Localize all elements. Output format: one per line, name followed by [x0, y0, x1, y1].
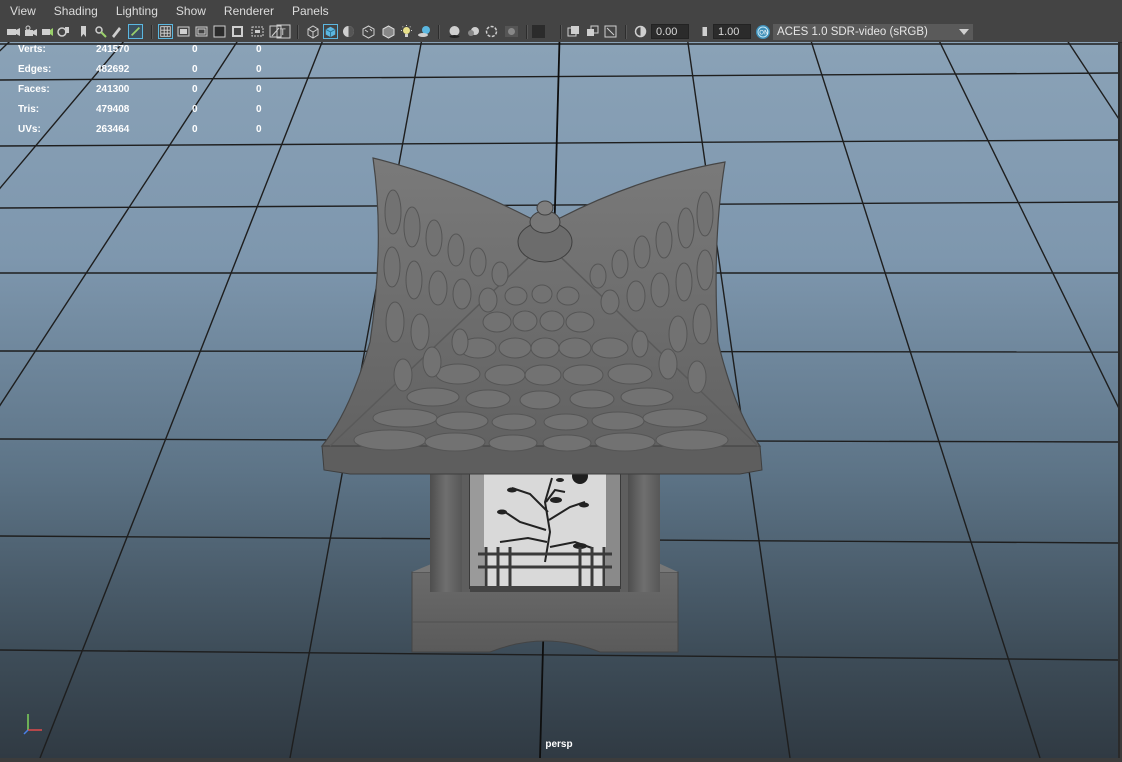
panel-toolbar: T 0.00 1.00 ON ACES 1.0 SDR-video (sRGB): [0, 22, 1122, 43]
lock-camera-icon[interactable]: [24, 24, 39, 39]
hud-stat-value: 482692: [96, 64, 130, 75]
grease-pencil-icon[interactable]: [109, 24, 124, 39]
hud-stat-value: 0: [256, 124, 262, 135]
grid-icon[interactable]: [158, 24, 173, 39]
svg-text:ON: ON: [759, 30, 768, 37]
hud-stat-value: 0: [192, 64, 198, 75]
field-chart-icon[interactable]: [230, 24, 245, 39]
color-management-toggle-icon[interactable]: ON: [755, 24, 771, 40]
image-plane-icon[interactable]: [76, 24, 91, 39]
hud-row: UVs: 263464 0 0: [18, 124, 278, 144]
xray-active-components-icon[interactable]: [585, 24, 600, 39]
camera-attributes-icon[interactable]: [40, 24, 55, 39]
hud-stat-value: 0: [256, 84, 262, 95]
panel-menubar: View Shading Lighting Show Renderer Pane…: [0, 0, 1122, 23]
axis-gizmo-icon: [23, 714, 42, 735]
text-overlay-icon[interactable]: T: [276, 24, 291, 39]
chevron-down-icon: [959, 29, 969, 35]
hud-stat-value: 0: [256, 64, 262, 75]
hud-stat-value: 263464: [96, 124, 130, 135]
textured-icon[interactable]: [361, 24, 376, 39]
hud-stat-value: 0: [256, 44, 262, 55]
gamma-field[interactable]: 1.00: [713, 24, 751, 39]
hud-stat-value: 241570: [96, 44, 130, 55]
exposure-icon[interactable]: [633, 24, 648, 39]
hud-stat-value: 0: [192, 84, 198, 95]
menu-view[interactable]: View: [0, 0, 44, 22]
camera-name-label: persp: [545, 739, 573, 750]
two-d-pan-zoom-icon[interactable]: [93, 24, 108, 39]
menu-panels[interactable]: Panels: [282, 0, 337, 22]
screen-space-ao-icon[interactable]: [447, 24, 462, 39]
camera-pencil-active-icon[interactable]: [128, 24, 143, 39]
perspective-viewport[interactable]: Verts: 241570 0 0 Edges: 482692 0 0 Faces: 241300…: [0, 42, 1120, 758]
hud-stat-label: Edges:: [18, 64, 52, 75]
xray-joints-icon[interactable]: [603, 24, 618, 39]
scene-canvas[interactable]: [0, 42, 1118, 758]
gate-mask-icon[interactable]: [212, 24, 227, 39]
exposure-field[interactable]: 0.00: [651, 24, 689, 39]
menu-shading[interactable]: Shading: [44, 0, 106, 22]
hud-stat-label: UVs:: [18, 124, 41, 135]
hud-stat-label: Faces:: [18, 84, 50, 95]
hud-row: Edges: 482692 0 0: [18, 64, 278, 84]
roof-finial: [517, 200, 573, 263]
colorspace-dropdown[interactable]: ACES 1.0 SDR-video (sRGB): [773, 24, 973, 40]
hud-row: Tris: 479408 0 0: [18, 104, 278, 124]
smooth-shade-cube-icon[interactable]: [323, 24, 338, 39]
menu-show[interactable]: Show: [166, 0, 214, 22]
isolate-select-icon[interactable]: [531, 24, 546, 39]
bookmarks-icon[interactable]: [56, 24, 71, 39]
hud-stat-value: 0: [192, 44, 198, 55]
film-gate-icon[interactable]: [176, 24, 191, 39]
select-camera-icon[interactable]: [6, 24, 21, 39]
hud-row: Faces: 241300 0 0: [18, 84, 278, 104]
depth-of-field-icon[interactable]: [504, 24, 519, 39]
xray-icon[interactable]: [566, 24, 581, 39]
menu-renderer[interactable]: Renderer: [214, 0, 282, 22]
multisample-aa-icon[interactable]: [484, 24, 499, 39]
hud-stat-value: 0: [256, 104, 262, 115]
hud-stat-label: Tris:: [18, 104, 40, 115]
gamma-icon[interactable]: [695, 24, 710, 39]
hud-stat-label: Verts:: [18, 44, 46, 55]
wireframe-on-shaded-icon[interactable]: [381, 24, 396, 39]
lantern-model[interactable]: [320, 157, 763, 653]
hud-row: Verts: 241570 0 0: [18, 44, 278, 64]
safe-action-icon[interactable]: [250, 24, 265, 39]
hud-stat-value: 0: [192, 104, 198, 115]
svg-text:T: T: [279, 28, 286, 38]
menu-lighting[interactable]: Lighting: [106, 0, 166, 22]
hud-stat-value: 479408: [96, 104, 130, 115]
use-all-lights-icon[interactable]: [399, 24, 414, 39]
poly-count-hud: Verts: 241570 0 0 Edges: 482692 0 0 Faces: 241300…: [18, 44, 278, 144]
shadows-icon[interactable]: [417, 24, 432, 39]
hud-stat-value: 0: [192, 124, 198, 135]
hud-stat-value: 241300: [96, 84, 130, 95]
default-material-icon[interactable]: [341, 24, 356, 39]
motion-blur-icon[interactable]: [466, 24, 481, 39]
resolution-gate-icon[interactable]: [194, 24, 209, 39]
wireframe-cube-icon[interactable]: [305, 24, 320, 39]
colorspace-value: ACES 1.0 SDR-video (sRGB): [777, 26, 928, 38]
